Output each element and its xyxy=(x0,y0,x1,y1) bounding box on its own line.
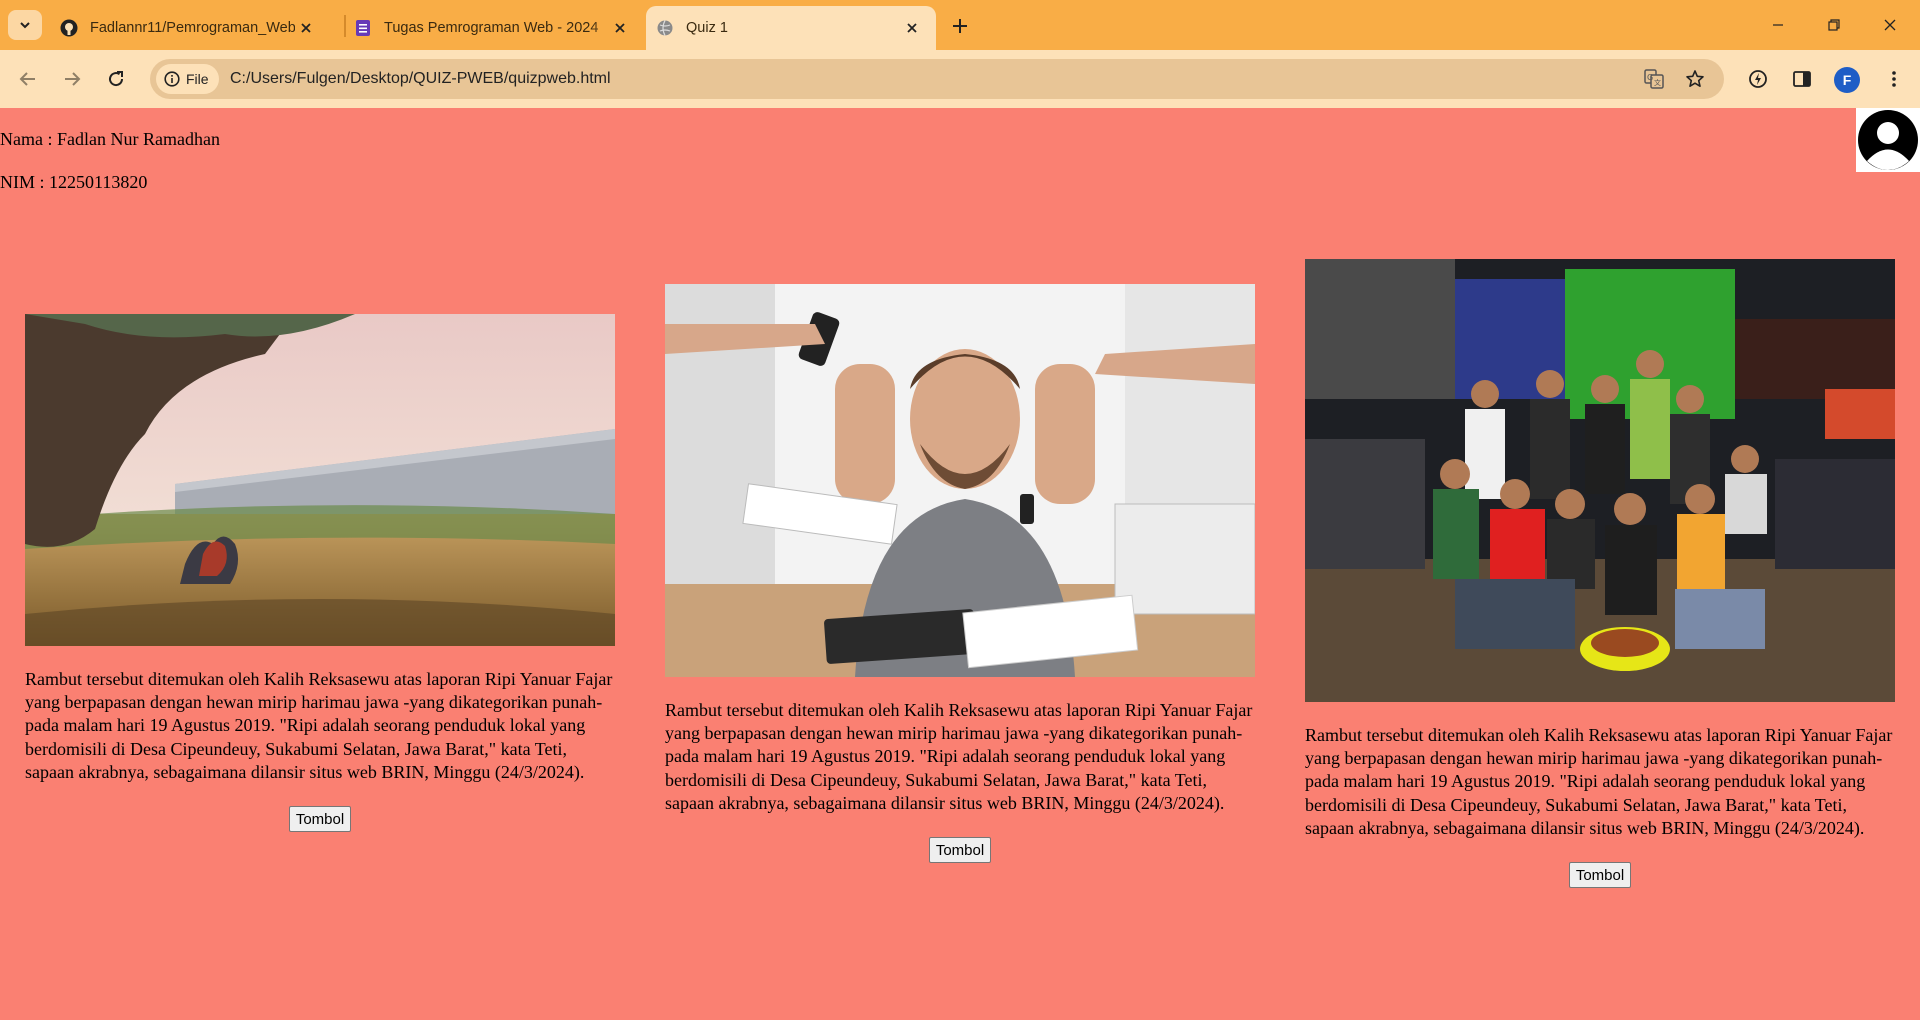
user-avatar-icon xyxy=(1856,108,1920,172)
minimize-icon xyxy=(1773,24,1783,26)
content-card-1: Rambut tersebut ditemukan oleh Kalih Rek… xyxy=(25,314,615,833)
github-icon xyxy=(60,19,78,37)
more-vert-icon xyxy=(1892,71,1896,87)
content-card-2: Rambut tersebut ditemukan oleh Kalih Rek… xyxy=(665,284,1255,864)
tombol-button[interactable]: Tombol xyxy=(288,806,352,833)
forward-button[interactable] xyxy=(56,63,88,95)
restore-button[interactable] xyxy=(1814,10,1854,40)
tab-title: Tugas Pemrograman Web - 2024 xyxy=(384,20,599,36)
star-icon xyxy=(1686,70,1704,87)
minimize-button[interactable] xyxy=(1758,10,1798,40)
performance-button[interactable] xyxy=(1742,63,1774,95)
card-text: Rambut tersebut ditemukan oleh Kalih Rek… xyxy=(665,700,1253,813)
tab-quiz-active[interactable]: Quiz 1 xyxy=(646,6,936,50)
card-photo xyxy=(1305,259,1895,702)
arrow-left-icon xyxy=(19,72,35,86)
url-text[interactable]: C:/Users/Fulgen/Desktop/QUIZ-PWEB/quizpw… xyxy=(230,59,611,99)
browser-toolbar: File C:/Users/Fulgen/Desktop/QUIZ-PWEB/q… xyxy=(0,50,1920,108)
tab-search-button[interactable] xyxy=(8,10,42,40)
site-info-chip[interactable]: File xyxy=(156,64,219,94)
card-text: Rambut tersebut ditemukan oleh Kalih Rek… xyxy=(25,669,613,782)
tab-strip: Fadlannr11/Pemrograman_Web Tugas Pemrogr… xyxy=(0,0,1920,50)
translate-icon: G文 xyxy=(1644,69,1664,89)
info-icon xyxy=(164,71,180,87)
card-text: Rambut tersebut ditemukan oleh Kalih Rek… xyxy=(1305,725,1893,838)
close-icon[interactable] xyxy=(902,18,922,38)
reload-button[interactable] xyxy=(100,63,132,95)
side-panel-button[interactable] xyxy=(1786,63,1818,95)
tab-title: Fadlannr11/Pemrograman_Web xyxy=(90,20,295,36)
translate-button[interactable]: G文 xyxy=(1640,65,1668,93)
chevron-down-icon xyxy=(20,22,30,29)
tombol-button[interactable]: Tombol xyxy=(928,837,992,864)
profile-avatar[interactable]: F xyxy=(1834,67,1860,93)
close-icon xyxy=(1884,19,1896,31)
student-nim: NIM : 12250113820 xyxy=(0,172,148,192)
student-name: Nama : Fadlan Nur Ramadhan xyxy=(0,129,220,149)
reload-icon xyxy=(109,71,124,87)
tab-forms[interactable]: Tugas Pemrograman Web - 2024 xyxy=(354,6,644,50)
menu-button[interactable] xyxy=(1878,63,1910,95)
new-tab-button[interactable] xyxy=(946,12,974,40)
back-button[interactable] xyxy=(12,63,44,95)
card-photo xyxy=(25,314,615,646)
page-content: Nama : Fadlan Nur Ramadhan NIM : 1225011… xyxy=(0,108,1920,1020)
forms-icon xyxy=(354,19,372,37)
close-icon[interactable] xyxy=(610,18,630,38)
side-panel-icon xyxy=(1793,71,1811,87)
svg-text:文: 文 xyxy=(1654,78,1661,87)
chip-label: File xyxy=(186,71,209,87)
close-icon[interactable] xyxy=(296,18,316,38)
content-card-3: Rambut tersebut ditemukan oleh Kalih Rek… xyxy=(1305,259,1895,889)
svg-text:G: G xyxy=(1647,73,1653,82)
bookmark-button[interactable] xyxy=(1681,65,1709,93)
card-photo xyxy=(665,284,1255,677)
speed-icon xyxy=(1749,70,1767,88)
tab-divider xyxy=(344,15,346,37)
tombol-button[interactable]: Tombol xyxy=(1568,862,1632,889)
address-bar[interactable]: File C:/Users/Fulgen/Desktop/QUIZ-PWEB/q… xyxy=(150,59,1724,99)
globe-icon xyxy=(656,19,674,37)
close-window-button[interactable] xyxy=(1870,10,1910,40)
arrow-right-icon xyxy=(65,72,81,86)
tab-github[interactable]: Fadlannr11/Pemrograman_Web xyxy=(58,6,330,50)
tab-title: Quiz 1 xyxy=(686,20,728,36)
plus-icon xyxy=(953,19,967,33)
restore-icon xyxy=(1828,19,1840,31)
